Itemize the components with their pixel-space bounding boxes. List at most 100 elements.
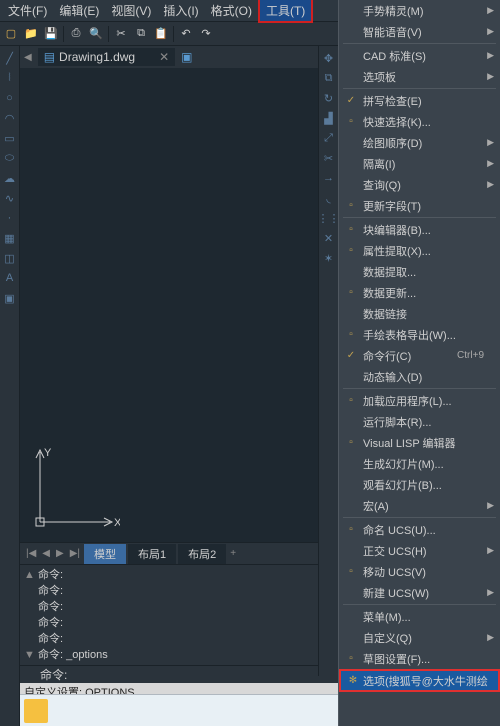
menu-item[interactable]: 绘图顺序(D)▶: [339, 132, 500, 153]
extend-icon[interactable]: →: [321, 170, 337, 186]
spline-icon[interactable]: ∿: [2, 190, 18, 206]
menu-item[interactable]: ✓命令行(C)Ctrl+9: [339, 345, 500, 366]
menu-item-icon: ▫: [343, 224, 359, 235]
tab-prev-icon[interactable]: ◀: [24, 52, 32, 63]
svg-text:X: X: [114, 517, 120, 529]
rotate-icon[interactable]: ↻: [321, 90, 337, 106]
menu-item[interactable]: 动态输入(D): [339, 366, 500, 387]
menu-item[interactable]: 观看幻灯片(B)...: [339, 474, 500, 495]
new-icon[interactable]: ▢: [2, 25, 20, 43]
menu-item-label: 生成幻灯片(M)...: [363, 456, 444, 472]
rect-icon[interactable]: ▭: [2, 130, 18, 146]
history-toggle-icon[interactable]: ▲: [24, 567, 38, 583]
text-icon[interactable]: A: [2, 270, 18, 286]
menu-item[interactable]: 宏(A)▶: [339, 495, 500, 516]
menu-item-label: 观看幻灯片(B)...: [363, 477, 442, 493]
paste-icon[interactable]: 📋: [152, 25, 170, 43]
menu-item-icon: ▫: [343, 395, 359, 406]
undo-icon[interactable]: ↶: [177, 25, 195, 43]
menu-item[interactable]: 隔离(I)▶: [339, 153, 500, 174]
fillet-icon[interactable]: ◟: [321, 190, 337, 206]
point-icon[interactable]: ·: [2, 210, 18, 226]
menu-item[interactable]: ▫数据更新...: [339, 282, 500, 303]
menu-item-label: 选项板: [363, 69, 396, 85]
erase-icon[interactable]: ✕: [321, 230, 337, 246]
menu-format[interactable]: 格式(O): [205, 0, 258, 21]
print-icon[interactable]: ⎙: [67, 25, 85, 43]
menu-item[interactable]: 自定义(Q)▶: [339, 627, 500, 648]
menu-item[interactable]: ▫移动 UCS(V): [339, 561, 500, 582]
menu-item[interactable]: ▫属性提取(X)...: [339, 240, 500, 261]
layout-last-icon[interactable]: ▶|: [68, 548, 82, 559]
region-icon[interactable]: ◫: [2, 250, 18, 266]
ellipse-icon[interactable]: ⬭: [2, 150, 18, 166]
menu-item[interactable]: 智能语音(V)▶: [339, 21, 500, 42]
menu-edit[interactable]: 编辑(E): [53, 0, 105, 21]
menu-view[interactable]: 视图(V): [105, 0, 157, 21]
menu-item-label: 属性提取(X)...: [363, 243, 431, 259]
cut-icon[interactable]: ✂: [112, 25, 130, 43]
arc-icon[interactable]: ◠: [2, 110, 18, 126]
menu-item[interactable]: 生成幻灯片(M)...: [339, 453, 500, 474]
menu-item[interactable]: ▫块编辑器(B)...: [339, 219, 500, 240]
menu-item[interactable]: 手势精灵(M)▶: [339, 0, 500, 21]
history-toggle-icon[interactable]: ▼: [24, 647, 38, 663]
layout-add-icon[interactable]: +: [228, 548, 238, 559]
move-icon[interactable]: ✥: [321, 50, 337, 66]
mirror-icon[interactable]: ▟: [321, 110, 337, 126]
submenu-arrow-icon: ▶: [487, 500, 494, 511]
menu-item[interactable]: 新建 UCS(W)▶: [339, 582, 500, 603]
block-icon[interactable]: ▣: [2, 290, 18, 306]
explorer-icon[interactable]: [24, 699, 48, 723]
layout-next-icon[interactable]: ▶: [54, 548, 66, 559]
explode-icon[interactable]: ✶: [321, 250, 337, 266]
close-tab-icon[interactable]: ✕: [159, 50, 169, 64]
layout-tab-model[interactable]: 模型: [84, 544, 126, 564]
menu-item[interactable]: ▫手绘表格导出(W)...: [339, 324, 500, 345]
document-tab[interactable]: ▤ Drawing1.dwg ✕: [38, 48, 175, 66]
array-icon[interactable]: ⋮⋮: [321, 210, 337, 226]
menu-item[interactable]: ▫草图设置(F)...: [339, 648, 500, 669]
menu-item[interactable]: 查询(Q)▶: [339, 174, 500, 195]
menu-item[interactable]: 选项板▶: [339, 66, 500, 87]
menu-item[interactable]: ▫命名 UCS(U)...: [339, 519, 500, 540]
menu-file[interactable]: 文件(F): [2, 0, 53, 21]
menu-item[interactable]: ✓拼写检查(E): [339, 90, 500, 111]
menu-item-icon: ▫: [343, 287, 359, 298]
svg-text:Y: Y: [44, 447, 52, 459]
circle-icon[interactable]: ○: [2, 90, 18, 106]
menu-item[interactable]: ▫Visual LISP 编辑器: [339, 432, 500, 453]
menu-item[interactable]: 菜单(M)...: [339, 606, 500, 627]
menu-insert[interactable]: 插入(I): [157, 0, 204, 21]
menu-item[interactable]: 正交 UCS(H)▶: [339, 540, 500, 561]
menu-item[interactable]: 数据提取...: [339, 261, 500, 282]
preview-icon[interactable]: 🔍: [87, 25, 105, 43]
line-icon[interactable]: ╱: [2, 50, 18, 66]
menu-tools[interactable]: 工具(T): [258, 0, 313, 23]
open-icon[interactable]: 📁: [22, 25, 40, 43]
layout-tab-1[interactable]: 布局1: [128, 544, 176, 564]
hatch-icon[interactable]: ▦: [2, 230, 18, 246]
layout-first-icon[interactable]: |◀: [24, 548, 38, 559]
menu-item[interactable]: 数据链接: [339, 303, 500, 324]
menu-item[interactable]: ▫快速选择(K)...: [339, 111, 500, 132]
menu-item[interactable]: CAD 标准(S)▶: [339, 45, 500, 66]
menu-item-label: 绘图顺序(D): [363, 135, 422, 151]
layout-prev-icon[interactable]: ◀: [40, 548, 52, 559]
copy2-icon[interactable]: ⧉: [321, 70, 337, 86]
save-icon[interactable]: 💾: [42, 25, 60, 43]
menu-item-label: 手势精灵(M): [363, 3, 424, 19]
cloud-icon[interactable]: ☁: [2, 170, 18, 186]
menu-item[interactable]: 运行脚本(R)...: [339, 411, 500, 432]
menu-item[interactable]: ▫加载应用程序(L)...: [339, 390, 500, 411]
menu-item[interactable]: ▫更新字段(T): [339, 195, 500, 216]
scale-icon[interactable]: ⤢: [321, 130, 337, 146]
copy-icon[interactable]: ⧉: [132, 25, 150, 43]
layout-tab-2[interactable]: 布局2: [178, 544, 226, 564]
redo-icon[interactable]: ↷: [197, 25, 215, 43]
menu-item[interactable]: ✻选项(搜狐号@大水牛测绘: [339, 669, 500, 692]
add-tab-icon[interactable]: ▣: [181, 50, 192, 64]
menu-item-shortcut: Ctrl+9: [457, 350, 484, 361]
pline-icon[interactable]: ⦚: [2, 70, 18, 86]
trim-icon[interactable]: ✂: [321, 150, 337, 166]
